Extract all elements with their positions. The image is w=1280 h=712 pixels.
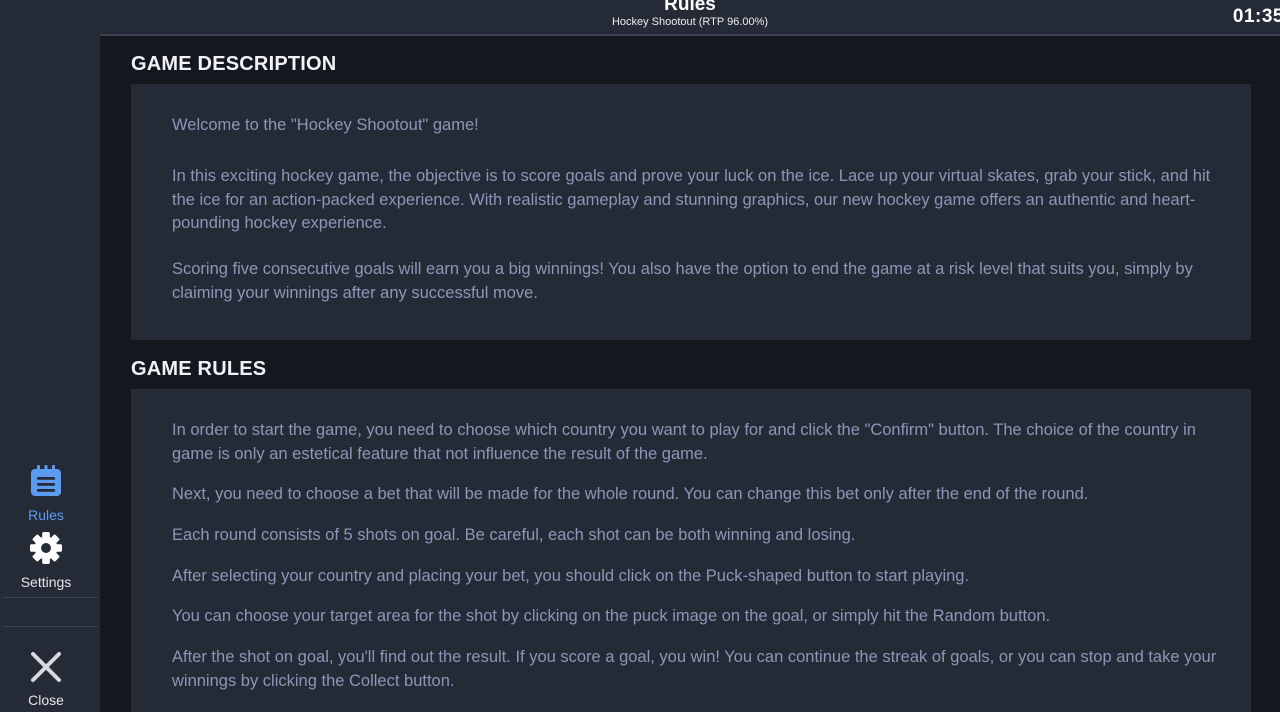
description-paragraph: In this exciting hockey game, the object… xyxy=(172,167,1211,232)
close-label: Close xyxy=(28,692,64,708)
rules-content[interactable]: GAME DESCRIPTION Welcome to the "Hockey … xyxy=(100,36,1280,712)
settings-button[interactable]: Settings xyxy=(0,531,92,590)
section-title-description: GAME DESCRIPTION xyxy=(131,53,337,75)
rules-button[interactable]: Rules xyxy=(0,464,92,523)
close-icon xyxy=(29,651,63,688)
rules-icon xyxy=(29,464,63,503)
description-card: Welcome to the "Hockey Shootout" game! I… xyxy=(131,84,1251,340)
rules-paragraph: In order to start the game, you need to … xyxy=(172,421,1196,463)
rules-paragraph: You can choose your target area for the … xyxy=(172,607,1051,625)
rules-paragraph: Each round consists of 5 shots on goal. … xyxy=(172,526,856,544)
rules-paragraph: Next, you need to choose a bet that will… xyxy=(172,485,1089,503)
rules-card: In order to start the game, you need to … xyxy=(131,389,1251,712)
close-button[interactable]: Close xyxy=(0,651,92,708)
rules-screen: Rules Settings Close Rules Hockey Shooto… xyxy=(0,0,1280,712)
section-title-rules: GAME RULES xyxy=(131,358,267,380)
description-paragraph: Welcome to the "Hockey Shootout" game! xyxy=(172,116,479,134)
rules-paragraph: After selecting your country and placing… xyxy=(172,567,970,585)
sidebar-divider xyxy=(2,626,98,627)
game-subtitle: Hockey Shootout (RTP 96.00%) xyxy=(611,16,769,28)
clock: 01:35 xyxy=(1232,6,1280,27)
settings-label: Settings xyxy=(20,574,72,590)
description-paragraph: Scoring five consecutive goals will earn… xyxy=(172,260,1193,302)
page-title: Rules xyxy=(664,0,716,15)
sidebar: Rules Settings Close xyxy=(0,0,100,712)
rules-label: Rules xyxy=(28,507,64,523)
header-bar: Rules Hockey Shootout (RTP 96.00%) 01:35 xyxy=(100,0,1280,36)
gear-icon xyxy=(29,531,63,570)
rules-paragraph: After the shot on goal, you'll find out … xyxy=(172,648,1217,690)
sidebar-divider xyxy=(2,597,98,598)
